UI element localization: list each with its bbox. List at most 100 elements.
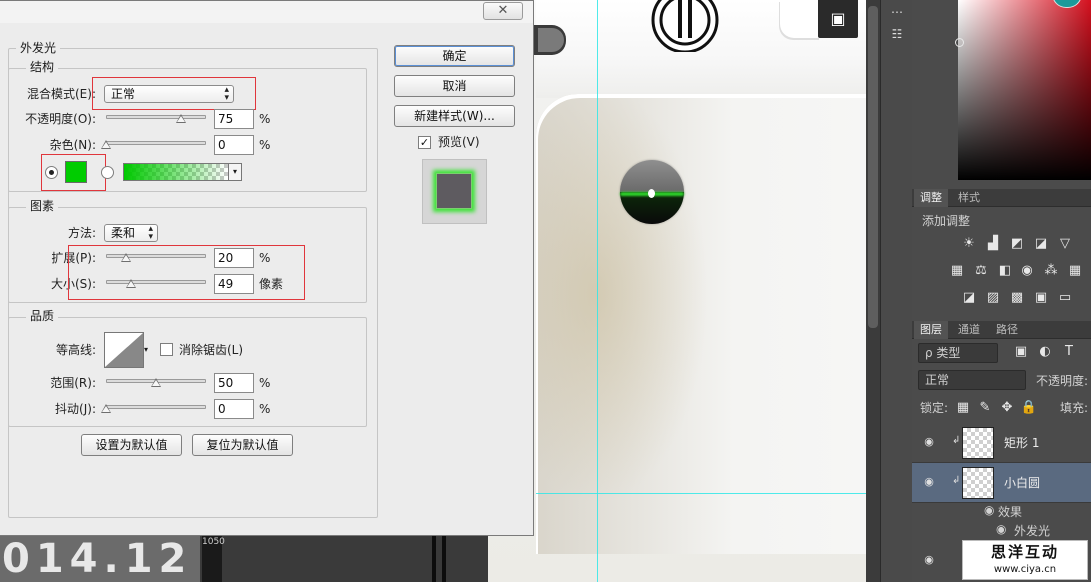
canvas-knob-highlight bbox=[538, 28, 564, 52]
black-white-icon[interactable]: ◧ bbox=[996, 263, 1014, 279]
adjustments-tabbar: 调整 样式 bbox=[912, 189, 1091, 207]
effect-eye-icon[interactable]: ◉ bbox=[996, 522, 1006, 536]
lock-transparency-icon[interactable]: ▦ bbox=[954, 400, 972, 416]
chevron-down-icon[interactable]: ▾ bbox=[144, 332, 152, 368]
noise-input[interactable]: 0 bbox=[214, 135, 254, 155]
clip-arrow-icon: ↲ bbox=[952, 475, 961, 486]
technique-label: 方法: bbox=[67, 226, 96, 240]
range-input[interactable]: 50 bbox=[214, 373, 254, 393]
range-slider[interactable] bbox=[106, 377, 206, 389]
jitter-slider[interactable] bbox=[101, 403, 206, 415]
image-filter-icon[interactable]: ▣ bbox=[1012, 344, 1030, 360]
blend-mode-label: 混合模式(E): bbox=[27, 87, 96, 101]
lock-label: 锁定: bbox=[920, 401, 949, 415]
layer-name: 小白圆 bbox=[1004, 476, 1041, 490]
selective-color-icon[interactable]: ▣ bbox=[1032, 290, 1050, 306]
layer-row[interactable]: ◉ ↲ 矩形 1 bbox=[912, 423, 1091, 463]
photo-filter-icon[interactable]: ◉ bbox=[1018, 263, 1036, 279]
technique-select[interactable]: 柔和 ▴ ▾ bbox=[104, 224, 158, 242]
noise-slider[interactable] bbox=[101, 139, 206, 151]
ok-button[interactable]: 确定 bbox=[394, 45, 515, 67]
layer-row-selected[interactable]: ◉ ↲ 小白圆 bbox=[912, 463, 1091, 503]
eye-icon[interactable]: ◉ bbox=[922, 435, 936, 449]
slider-thumb[interactable] bbox=[176, 114, 186, 123]
watermark-url: www.ciya.cn bbox=[993, 564, 1057, 575]
lock-icon[interactable]: 🔒 bbox=[1020, 400, 1038, 416]
noise-unit: % bbox=[259, 138, 271, 152]
eye-icon[interactable]: ◉ bbox=[922, 553, 936, 567]
color-picker-cursor[interactable] bbox=[955, 38, 964, 47]
curves-icon[interactable]: ◩ bbox=[1008, 236, 1026, 252]
jitter-label: 抖动(J): bbox=[55, 402, 96, 416]
color-balance-icon[interactable]: ⚖ bbox=[972, 263, 990, 279]
opacity-label: 不透明度(O): bbox=[25, 112, 96, 126]
highlight-box-color bbox=[41, 154, 106, 191]
levels-icon[interactable]: ▟ bbox=[984, 236, 1002, 252]
watermark-title: 思洋互动 bbox=[990, 543, 1059, 561]
vibrance-icon[interactable]: ▽ bbox=[1056, 236, 1074, 252]
contour-label: 等高线: bbox=[55, 343, 96, 357]
guide-line-vertical[interactable] bbox=[597, 0, 598, 582]
effects-label: 效果 bbox=[998, 505, 1023, 519]
tab-adjustments[interactable]: 调整 bbox=[914, 189, 948, 207]
new-style-button[interactable]: 新建样式(W)... bbox=[394, 105, 515, 127]
posterize-icon[interactable]: ▨ bbox=[984, 290, 1002, 306]
type-filter-icon[interactable]: T bbox=[1060, 344, 1078, 360]
make-default-button[interactable]: 设置为默认值 bbox=[81, 434, 182, 456]
threshold-icon[interactable]: ▩ bbox=[1008, 290, 1026, 306]
layer-kind-filter[interactable]: ρ 类型 bbox=[918, 343, 998, 363]
opacity-slider[interactable] bbox=[106, 113, 206, 125]
contour-picker[interactable] bbox=[104, 332, 144, 368]
channel-mixer-icon[interactable]: ⁂ bbox=[1042, 263, 1060, 279]
antialias-checkbox[interactable] bbox=[160, 343, 173, 356]
site-watermark: 思洋互动 www.ciya.cn bbox=[962, 540, 1088, 580]
slider-thumb[interactable] bbox=[101, 140, 111, 149]
brightness-icon[interactable]: ☀ bbox=[960, 236, 978, 252]
cancel-button[interactable]: 取消 bbox=[394, 75, 515, 97]
circle-logo-icon bbox=[651, 0, 719, 52]
lock-move-icon[interactable]: ✥ bbox=[998, 400, 1016, 416]
reset-default-button[interactable]: 复位为默认值 bbox=[192, 434, 293, 456]
vertical-ruler: 1050 bbox=[202, 536, 225, 582]
gradient-radio[interactable] bbox=[101, 166, 114, 179]
jitter-input[interactable]: 0 bbox=[214, 399, 254, 419]
layer-blend-mode-select[interactable]: 正常 bbox=[918, 370, 1026, 390]
slider-thumb[interactable] bbox=[101, 404, 111, 413]
preview-checkbox[interactable]: ✓ bbox=[418, 136, 431, 149]
clip-arrow-icon: ↲ bbox=[952, 435, 961, 446]
preview-label: 预览(V) bbox=[438, 135, 480, 149]
adjustment-filter-icon[interactable]: ◐ bbox=[1036, 344, 1054, 360]
tab-channels[interactable]: 通道 bbox=[952, 321, 986, 339]
technique-value: 柔和 bbox=[111, 226, 136, 240]
tab-styles[interactable]: 样式 bbox=[952, 189, 986, 207]
effects-eye-icon[interactable]: ◉ bbox=[984, 503, 994, 517]
glowing-ball-layer bbox=[620, 160, 684, 224]
guide-line-horizontal[interactable] bbox=[536, 493, 866, 494]
range-unit: % bbox=[259, 376, 271, 390]
canvas-scrollbar[interactable] bbox=[866, 0, 880, 582]
quality-title: 品质 bbox=[26, 309, 59, 323]
color-picker-field[interactable] bbox=[958, 0, 1091, 180]
hue-saturation-icon[interactable]: ▦ bbox=[948, 263, 966, 279]
gradient-map-icon[interactable]: ▭ bbox=[1056, 290, 1074, 306]
eye-icon[interactable]: ◉ bbox=[922, 475, 936, 489]
lock-brush-icon[interactable]: ✎ bbox=[976, 400, 994, 416]
layer-style-dialog: ✕ 外发光 结构 混合模式(E): 正常 ▴ ▾ 不透明度(O): 75 % 杂色… bbox=[0, 0, 534, 536]
close-button[interactable]: ✕ bbox=[483, 2, 523, 20]
slider-thumb[interactable] bbox=[151, 378, 161, 387]
color-lookup-icon[interactable]: ▦ bbox=[1066, 263, 1084, 279]
gradient-picker[interactable] bbox=[123, 163, 229, 181]
tab-paths[interactable]: 路径 bbox=[990, 321, 1024, 339]
invert-icon[interactable]: ◪ bbox=[960, 290, 978, 306]
chevron-down-icon[interactable]: ▾ bbox=[229, 163, 242, 181]
opacity-input[interactable]: 75 bbox=[214, 109, 254, 129]
right-panels: 调整 样式 添加调整 ☀ ▟ ◩ ◪ ▽ ▦ ⚖ ◧ ◉ ⁂ ▦ ◪ ▨ ▩ ▣… bbox=[912, 0, 1091, 582]
scrollbar-thumb[interactable] bbox=[868, 6, 878, 328]
outer-glow-title: 外发光 bbox=[16, 41, 61, 55]
history-icon[interactable]: ☷ bbox=[887, 24, 907, 44]
tab-layers[interactable]: 图层 bbox=[914, 321, 948, 339]
exposure-icon[interactable]: ◪ bbox=[1032, 236, 1050, 252]
highlight-box-blend-mode bbox=[92, 77, 256, 110]
preview-swatch bbox=[436, 173, 472, 209]
dark-bars bbox=[430, 536, 450, 582]
